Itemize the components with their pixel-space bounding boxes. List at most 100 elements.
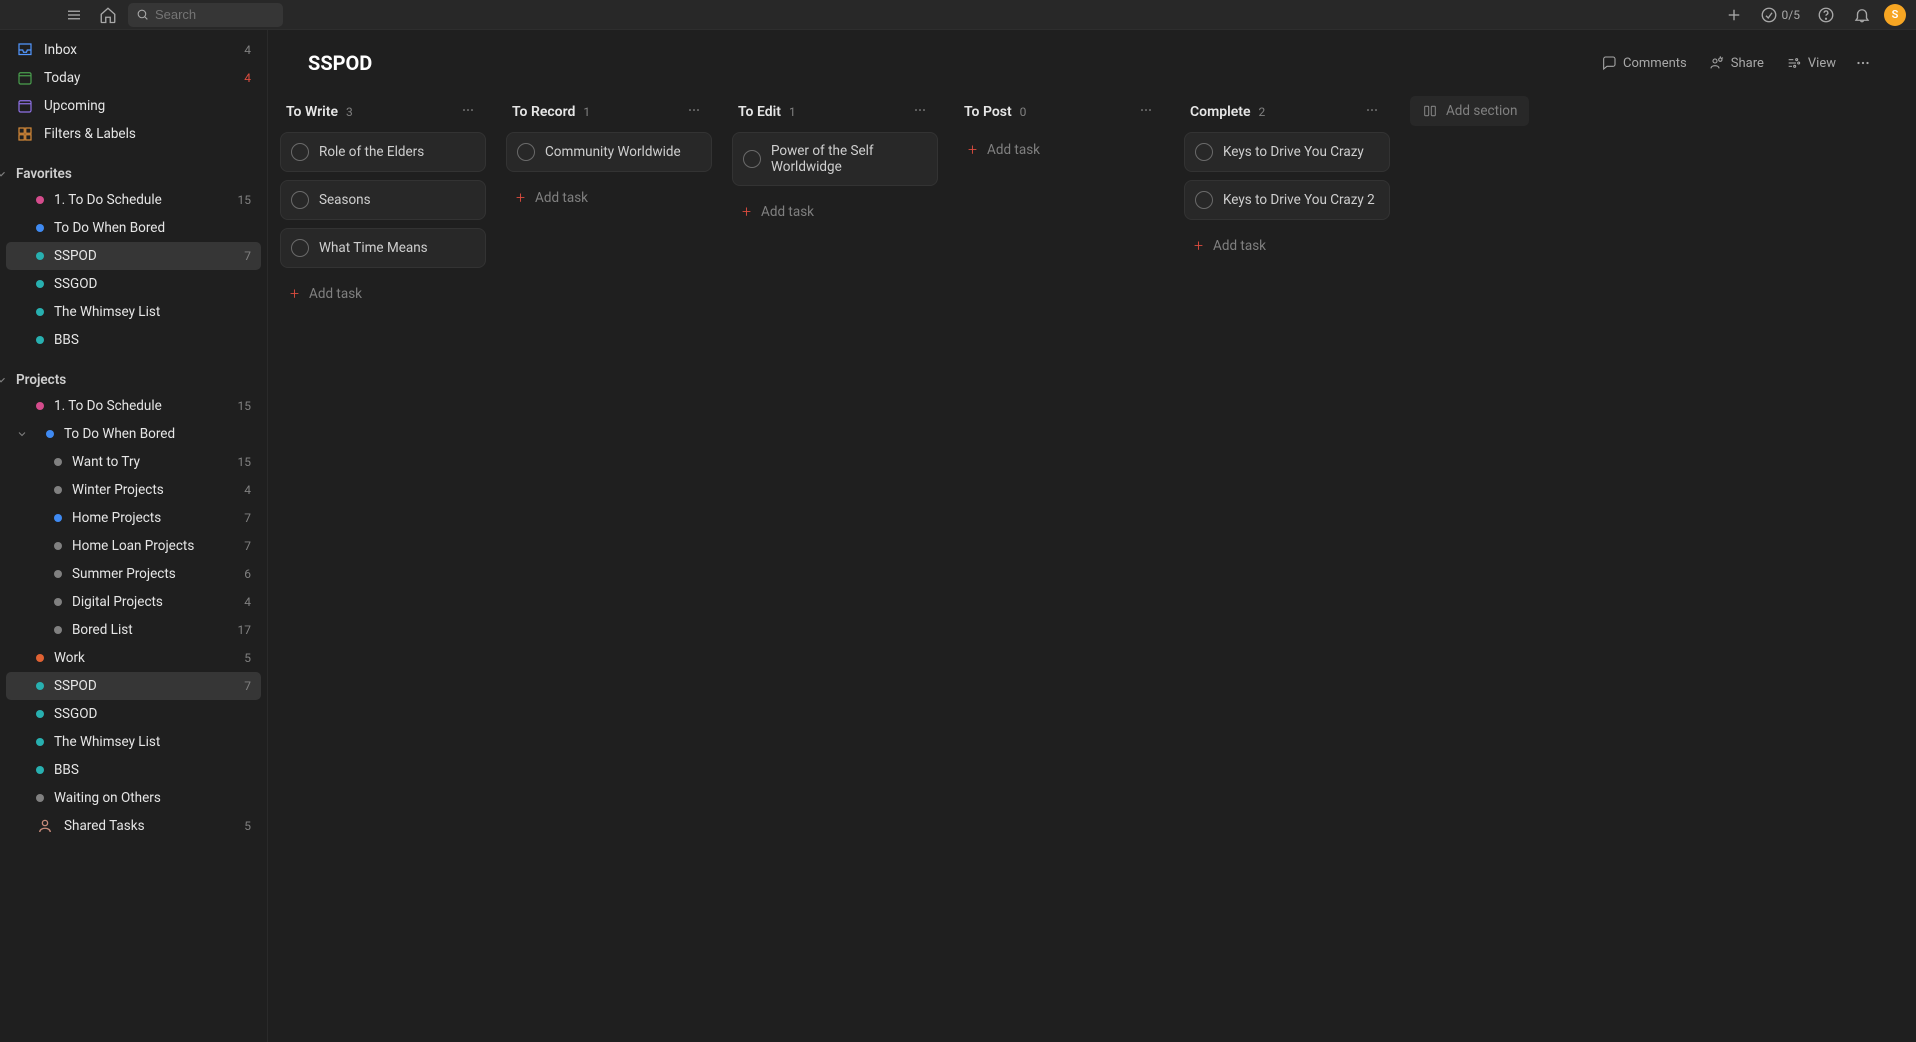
add-task-button[interactable]: +Add task	[732, 194, 938, 229]
column-title: To Edit	[738, 104, 781, 120]
page-title: SSPOD	[308, 51, 372, 75]
sidebar-item-favorite[interactable]: To Do When Bored	[6, 214, 261, 242]
sidebar-item-favorite[interactable]: SSPOD7	[6, 242, 261, 270]
task-card[interactable]: Keys to Drive You Crazy	[1184, 132, 1390, 172]
search-input[interactable]	[155, 7, 275, 22]
column-more-button[interactable]	[1360, 100, 1384, 124]
sidebar-item-label: To Do When Bored	[54, 220, 165, 236]
menu-toggle-icon[interactable]	[60, 1, 88, 29]
project-dot-icon	[36, 654, 44, 662]
chevron-down-icon[interactable]	[16, 428, 30, 440]
sidebar-item-project[interactable]: Winter Projects4	[6, 476, 261, 504]
column-count: 0	[1020, 105, 1027, 119]
project-dot-icon	[36, 738, 44, 746]
sidebar-item-label: Home Projects	[72, 510, 161, 526]
sidebar-item-today[interactable]: Today 4	[6, 64, 261, 92]
chevron-down-icon	[0, 373, 12, 387]
task-checkbox[interactable]	[291, 143, 309, 161]
share-button[interactable]: Share	[1701, 51, 1772, 75]
sidebar-item-project[interactable]: Home Loan Projects7	[6, 532, 261, 560]
sidebar-item-project[interactable]: Digital Projects4	[6, 588, 261, 616]
task-card[interactable]: What Time Means	[280, 228, 486, 268]
sidebar-item-project[interactable]: Home Projects7	[6, 504, 261, 532]
sidebar-item-project[interactable]: SSGOD	[6, 700, 261, 728]
task-card[interactable]: Seasons	[280, 180, 486, 220]
add-task-button[interactable]: +Add task	[280, 276, 486, 311]
project-dot-icon	[54, 626, 62, 634]
sidebar-item-label: 1. To Do Schedule	[54, 398, 162, 414]
sidebar-item-project[interactable]: The Whimsey List	[6, 728, 261, 756]
sidebar-item-upcoming[interactable]: Upcoming	[6, 92, 261, 120]
task-card[interactable]: Role of the Elders	[280, 132, 486, 172]
share-label: Share	[1731, 56, 1764, 71]
task-card[interactable]: Community Worldwide	[506, 132, 712, 172]
task-checkbox[interactable]	[1195, 143, 1213, 161]
sidebar-count: 15	[238, 399, 252, 413]
favorites-section-header[interactable]: Favorites	[6, 158, 261, 186]
notifications-icon[interactable]	[1848, 1, 1876, 29]
sidebar-item-project[interactable]: Want to Try15	[6, 448, 261, 476]
favorites-label: Favorites	[16, 166, 72, 182]
column-more-button[interactable]	[682, 100, 706, 124]
help-icon[interactable]	[1812, 1, 1840, 29]
task-card[interactable]: Keys to Drive You Crazy 2	[1184, 180, 1390, 220]
more-icon	[460, 102, 476, 118]
sidebar-count: 6	[244, 567, 251, 581]
task-checkbox[interactable]	[1195, 191, 1213, 209]
sidebar-item-project[interactable]: Bored List17	[6, 616, 261, 644]
projects-section-header[interactable]: Projects	[6, 364, 261, 392]
more-actions-button[interactable]	[1850, 50, 1876, 76]
task-checkbox[interactable]	[291, 239, 309, 257]
sidebar-item-favorite[interactable]: 1. To Do Schedule15	[6, 186, 261, 214]
sidebar-item-favorite[interactable]: SSGOD	[6, 270, 261, 298]
search-input-container[interactable]	[128, 3, 283, 27]
add-task-label: Add task	[761, 204, 814, 220]
avatar[interactable]: S	[1884, 4, 1906, 26]
sidebar-item-project[interactable]: To Do When Bored	[6, 420, 261, 448]
task-checkbox[interactable]	[291, 191, 309, 209]
task-checkbox[interactable]	[517, 143, 535, 161]
add-task-button[interactable]: +Add task	[506, 180, 712, 215]
project-dot-icon	[36, 710, 44, 718]
sidebar-item-project[interactable]: BBS	[6, 756, 261, 784]
sidebar-item-label: Winter Projects	[72, 482, 164, 498]
task-card[interactable]: Power of the Self Worldwidge	[732, 132, 938, 186]
sidebar-count: 17	[238, 623, 252, 637]
view-button[interactable]: View	[1778, 51, 1844, 75]
sidebar-item-label: SSPOD	[54, 248, 97, 264]
quick-add-icon[interactable]	[1720, 1, 1748, 29]
column-more-button[interactable]	[1134, 100, 1158, 124]
sidebar-item-project[interactable]: 1. To Do Schedule 15	[6, 392, 261, 420]
column-count: 2	[1259, 105, 1266, 119]
project-dot-icon	[36, 280, 44, 288]
project-dot-icon	[36, 682, 44, 690]
add-section-button[interactable]: Add section	[1410, 96, 1529, 126]
person-icon	[36, 817, 54, 835]
sidebar-item-project[interactable]: SSPOD7	[6, 672, 261, 700]
add-task-button[interactable]: +Add task	[958, 132, 1164, 167]
add-task-button[interactable]: +Add task	[1184, 228, 1390, 263]
task-title: Keys to Drive You Crazy	[1223, 144, 1364, 160]
sidebar-item-label: BBS	[54, 762, 79, 778]
sidebar-item-project[interactable]: Waiting on Others	[6, 784, 261, 812]
board-column: To Write3Role of the EldersSeasonsWhat T…	[280, 96, 486, 1022]
sidebar-item-inbox[interactable]: Inbox 4	[6, 36, 261, 64]
productivity-icon[interactable]: 0/5	[1756, 1, 1804, 29]
sidebar-item-favorite[interactable]: The Whimsey List	[6, 298, 261, 326]
add-task-label: Add task	[309, 286, 362, 302]
today-icon	[16, 69, 34, 87]
sidebar-item-project[interactable]: Work5	[6, 644, 261, 672]
view-label: View	[1808, 56, 1836, 71]
sidebar-item-label: 1. To Do Schedule	[54, 192, 162, 208]
sidebar-item-project[interactable]: Shared Tasks5	[6, 812, 261, 840]
sidebar-item-filters[interactable]: Filters & Labels	[6, 120, 261, 148]
column-more-button[interactable]	[908, 100, 932, 124]
sidebar-item-favorite[interactable]: BBS	[6, 326, 261, 354]
sidebar-item-project[interactable]: Summer Projects6	[6, 560, 261, 588]
plus-icon: +	[1194, 236, 1203, 255]
project-dot-icon	[54, 542, 62, 550]
comments-button[interactable]: Comments	[1593, 51, 1695, 75]
home-icon[interactable]	[94, 1, 122, 29]
task-checkbox[interactable]	[743, 150, 761, 168]
column-more-button[interactable]	[456, 100, 480, 124]
